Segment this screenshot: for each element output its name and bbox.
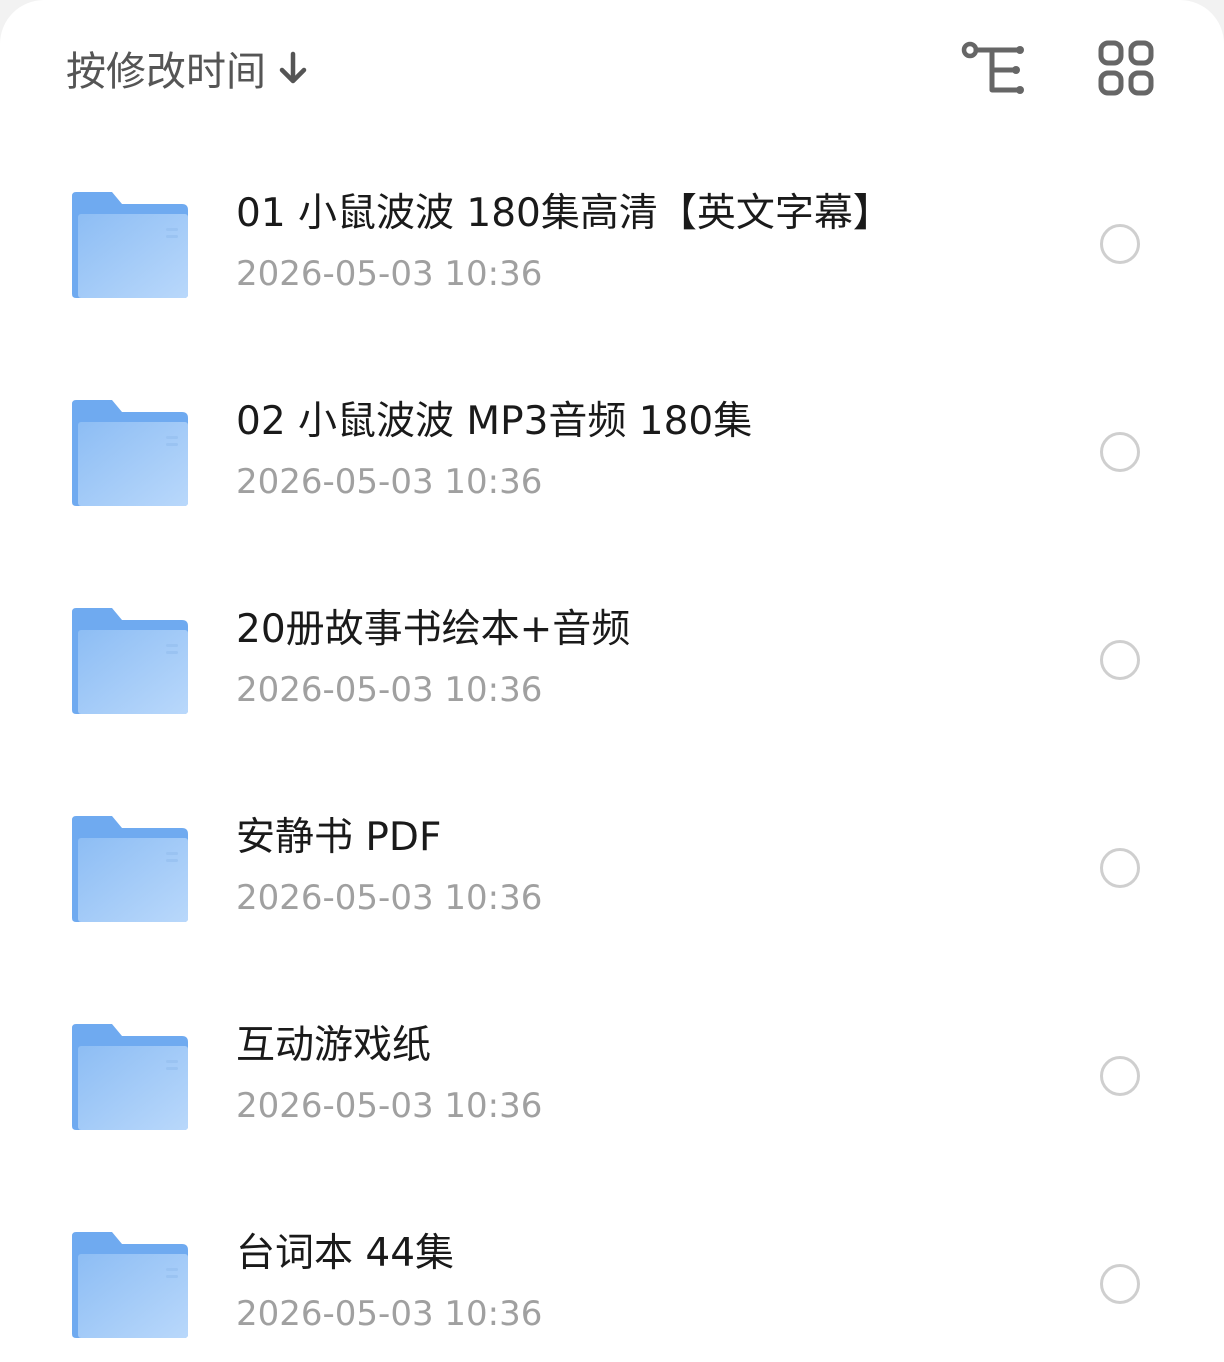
file-date: 2026-05-03 10:36: [236, 1294, 543, 1334]
list-item[interactable]: 01 小鼠波波 180集高清【英文字幕】 2026-05-03 10:36: [0, 140, 1224, 348]
list-item[interactable]: 20册故事书绘本+音频 2026-05-03 10:36: [0, 556, 1224, 764]
file-name: 安静书 PDF: [236, 815, 442, 860]
folder-icon: [70, 398, 190, 508]
file-name: 02 小鼠波波 MP3音频 180集: [236, 399, 753, 444]
file-date: 2026-05-03 10:36: [236, 670, 543, 710]
list-header: 按修改时间: [0, 0, 1224, 130]
file-name: 台词本 44集: [236, 1231, 455, 1276]
tree-view-icon[interactable]: [958, 38, 1032, 100]
folder-icon: [70, 190, 190, 300]
arrow-down-icon: [278, 50, 308, 86]
sort-by-modified-button[interactable]: 按修改时间: [66, 40, 308, 96]
grid-view-icon[interactable]: [1096, 38, 1158, 100]
select-radio[interactable]: [1100, 848, 1140, 888]
select-radio[interactable]: [1100, 224, 1140, 264]
file-date: 2026-05-03 10:36: [236, 878, 543, 918]
file-date: 2026-05-03 10:36: [236, 1086, 543, 1126]
file-date: 2026-05-03 10:36: [236, 254, 543, 294]
folder-icon: [70, 1230, 190, 1340]
list-item[interactable]: 台词本 44集 2026-05-03 10:36: [0, 1180, 1224, 1362]
select-radio[interactable]: [1100, 1056, 1140, 1096]
folder-icon: [70, 814, 190, 924]
sort-label: 按修改时间: [66, 49, 266, 95]
list-item[interactable]: 互动游戏纸 2026-05-03 10:36: [0, 972, 1224, 1180]
file-list: 01 小鼠波波 180集高清【英文字幕】 2026-05-03 10:36 02…: [0, 140, 1224, 1362]
file-name: 互动游戏纸: [236, 1023, 432, 1068]
select-radio[interactable]: [1100, 640, 1140, 680]
list-item[interactable]: 02 小鼠波波 MP3音频 180集 2026-05-03 10:36: [0, 348, 1224, 556]
folder-icon: [70, 1022, 190, 1132]
file-date: 2026-05-03 10:36: [236, 462, 543, 502]
file-name: 20册故事书绘本+音频: [236, 607, 631, 652]
select-radio[interactable]: [1100, 1264, 1140, 1304]
file-list-panel: 按修改时间 01 小鼠波波 180集高清【英文字幕】 2026-05-03 10…: [0, 0, 1224, 1362]
list-item[interactable]: 安静书 PDF 2026-05-03 10:36: [0, 764, 1224, 972]
folder-icon: [70, 606, 190, 716]
select-radio[interactable]: [1100, 432, 1140, 472]
file-name: 01 小鼠波波 180集高清【英文字幕】: [236, 191, 892, 236]
